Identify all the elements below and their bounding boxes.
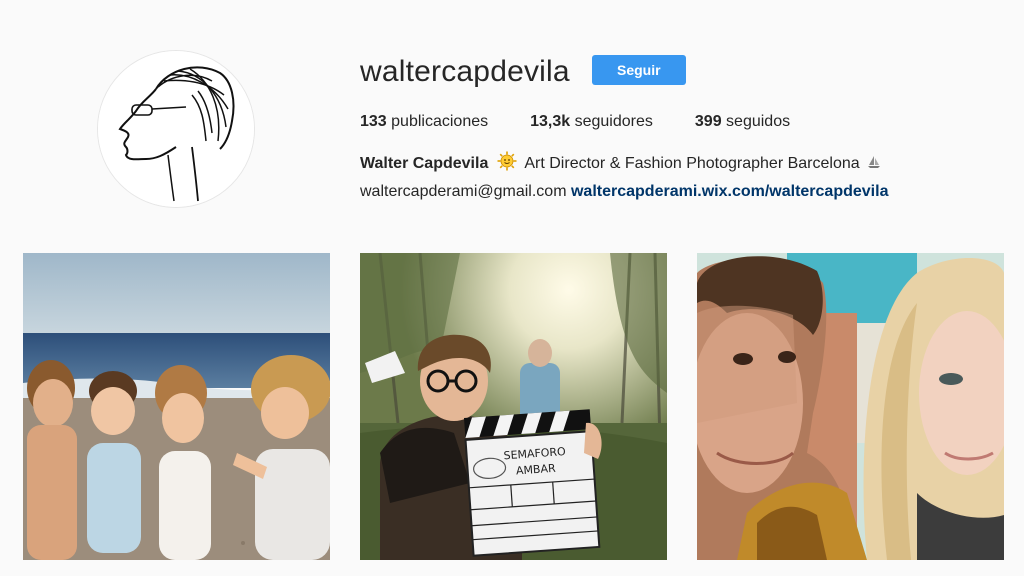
post-thumbnail-1[interactable] [23, 253, 330, 560]
bio-line-2: waltercapderami@gmail.com waltercapderam… [360, 179, 1000, 204]
post-thumbnail-2[interactable]: SEMAFORO AMBAR [360, 253, 667, 560]
title-row: waltercapdevila Seguir [360, 52, 1000, 92]
couple-selfie-photo-icon [697, 253, 1004, 560]
posts-count: 133 [360, 113, 387, 130]
full-name: Walter Capdevila [360, 155, 489, 172]
bio: Walter Capdevila Art Director & Fashion … [360, 151, 1000, 204]
film-set-clapperboard-photo-icon: SEMAFORO AMBAR [360, 253, 667, 560]
beach-children-photo-icon [23, 253, 330, 560]
post-thumbnail-3[interactable] [697, 253, 1004, 560]
bio-email: waltercapderami@gmail.com [360, 183, 567, 200]
followers-count: 13,3k [530, 113, 571, 130]
following-label: seguidos [726, 113, 791, 130]
followers-label: seguidores [574, 113, 653, 130]
profile-stats: 133 publicaciones 13,3k seguidores 399 s… [360, 110, 1000, 134]
following-count: 399 [694, 113, 722, 130]
bio-website-link[interactable]: waltercapderami.wix.com/waltercapdevila [571, 183, 888, 200]
bio-description: Art Director & Fashion Photographer Barc… [524, 155, 860, 172]
followers-stat[interactable]: 13,3k seguidores [530, 113, 653, 131]
username: waltercapdevila [360, 55, 570, 88]
posts-label: publicaciones [391, 113, 489, 130]
avatar[interactable] [97, 50, 255, 208]
sailboat-icon [864, 155, 881, 172]
sun-face-emoji-icon [497, 151, 517, 179]
posts-stat: 133 publicaciones [360, 113, 488, 131]
sketch-portrait-icon [98, 51, 254, 207]
follow-button[interactable]: Seguir [591, 55, 686, 85]
following-stat[interactable]: 399 seguidos [695, 113, 790, 131]
bio-line-1: Walter Capdevila Art Director & Fashion … [360, 151, 1000, 179]
profile-header: waltercapdevila Seguir 133 publicaciones… [360, 52, 1000, 204]
